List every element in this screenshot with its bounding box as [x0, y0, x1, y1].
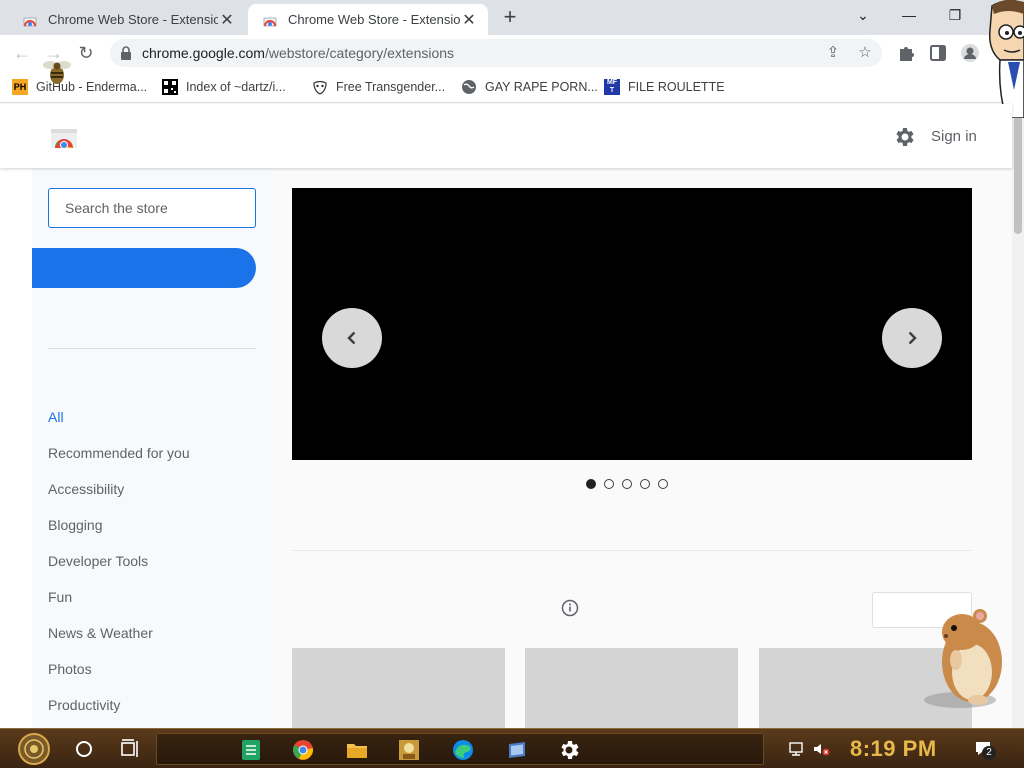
lock-icon: [121, 46, 131, 60]
virtual-machine-icon[interactable]: [505, 738, 529, 762]
featured-carousel[interactable]: [292, 188, 972, 460]
sidebar-divider: [48, 348, 256, 349]
category-recommended[interactable]: Recommended for you: [48, 445, 190, 461]
carousel-next-button[interactable]: [882, 308, 942, 368]
store-main: [272, 168, 1012, 728]
start-orb-icon[interactable]: [10, 731, 58, 767]
file-explorer-icon[interactable]: [345, 738, 369, 762]
bookmark-label: GAY RAPE PORN...: [485, 80, 598, 94]
carousel-dot[interactable]: [640, 479, 650, 489]
store-sidebar: All Recommended for you Accessibility Bl…: [32, 168, 272, 728]
windows-taskbar: 8:19 PM 2: [0, 728, 1024, 768]
tab-chrome-web-store-1[interactable]: Chrome Web Store - Extensions ✕: [8, 4, 246, 35]
category-blogging[interactable]: Blogging: [48, 517, 103, 533]
bookmark-free-transgender[interactable]: Free Transgender...: [312, 77, 445, 97]
chrome-app-icon[interactable]: [291, 738, 315, 762]
category-all[interactable]: All: [48, 409, 64, 425]
minimize-icon[interactable]: —: [889, 4, 929, 26]
url-path: /webstore/category/extensions: [264, 45, 455, 61]
chrome-web-store-logo[interactable]: [50, 126, 78, 148]
taskbar-apps-area: [156, 733, 764, 765]
new-tab-button[interactable]: +: [498, 6, 522, 30]
desktop-cartoon-character: [988, 0, 1024, 118]
mft-icon: MF T: [604, 79, 620, 95]
extension-card[interactable]: [525, 648, 738, 728]
address-bar[interactable]: chrome.google.com/webstore/category/exte…: [110, 39, 882, 67]
carousel-dots: [586, 479, 668, 491]
network-icon[interactable]: [788, 740, 806, 758]
ph-icon: PH: [12, 79, 28, 95]
chevron-right-icon: [908, 331, 917, 345]
webstore-favicon: [263, 17, 277, 26]
carousel-dot[interactable]: [622, 479, 632, 489]
spreadsheet-app-icon[interactable]: [239, 738, 263, 762]
close-icon[interactable]: ✕: [460, 10, 478, 30]
edge-app-icon[interactable]: [451, 738, 475, 762]
globe-icon: [462, 80, 476, 94]
bookmark-index-dartz[interactable]: Index of ~dartz/i...: [162, 77, 286, 97]
restore-icon[interactable]: ❐: [935, 4, 975, 26]
bookmark-github[interactable]: PH GitHub - Enderma...: [12, 77, 147, 97]
mask-icon: [313, 80, 327, 95]
category-developer-tools[interactable]: Developer Tools: [48, 553, 148, 569]
webstore-favicon: [23, 17, 37, 26]
profile-avatar-icon[interactable]: [960, 43, 980, 63]
tab-search-chevron-down-icon[interactable]: ⌄: [843, 4, 883, 26]
bookmark-label: Free Transgender...: [336, 80, 446, 94]
extensions-puzzle-icon[interactable]: [896, 43, 916, 63]
settings-gear-icon[interactable]: [892, 125, 916, 149]
reload-icon[interactable]: ↻: [72, 39, 100, 67]
bookmark-star-icon[interactable]: ☆: [856, 44, 874, 62]
sidebar-primary-button[interactable]: [32, 248, 256, 288]
tab-title: Chrome Web Store - Extensions: [288, 12, 460, 27]
category-accessibility[interactable]: Accessibility: [48, 481, 124, 497]
bookmark-label: FILE ROULETTE: [628, 80, 725, 94]
game-app-icon[interactable]: [397, 738, 421, 762]
share-icon[interactable]: ⇪: [824, 44, 842, 62]
qr-icon: [162, 79, 178, 95]
tab-chrome-web-store-2[interactable]: Chrome Web Store - Extensions ✕: [248, 4, 488, 35]
extension-card[interactable]: [292, 648, 505, 728]
bookmark-file-roulette[interactable]: MF T FILE ROULETTE: [604, 77, 725, 97]
section-divider: [292, 550, 972, 551]
carousel-prev-button[interactable]: [322, 308, 382, 368]
tab-title: Chrome Web Store - Extensions: [48, 12, 218, 27]
browser-toolbar: ← → ↻ chrome.google.com/webstore/categor…: [0, 35, 1024, 71]
close-icon[interactable]: ✕: [218, 10, 236, 30]
chevron-left-icon: [347, 331, 356, 345]
category-news-weather[interactable]: News & Weather: [48, 625, 153, 641]
tab-strip: Chrome Web Store - Extensions ✕ Chrome W…: [0, 0, 1024, 35]
info-icon[interactable]: [561, 599, 579, 617]
task-view-icon[interactable]: [118, 737, 142, 761]
category-photos[interactable]: Photos: [48, 661, 92, 677]
sign-in-link[interactable]: Sign in: [931, 128, 977, 145]
side-panel-icon[interactable]: [928, 43, 948, 63]
category-productivity[interactable]: Productivity: [48, 697, 120, 713]
page-scrollbar[interactable]: [1012, 104, 1024, 728]
store-header: Sign in: [0, 104, 1012, 168]
bookmark-label: Index of ~dartz/i...: [186, 80, 286, 94]
bookmark-gay[interactable]: GAY RAPE PORN...: [461, 77, 598, 97]
category-fun[interactable]: Fun: [48, 589, 72, 605]
carousel-dot[interactable]: [658, 479, 668, 489]
desktop-hamster-character: [924, 609, 1002, 708]
scrollbar-thumb[interactable]: [1014, 114, 1022, 234]
url-text[interactable]: chrome.google.com/webstore/category/exte…: [142, 45, 454, 61]
settings-gear-icon[interactable]: [557, 738, 581, 762]
desktop-wasp-character: [43, 61, 71, 84]
carousel-dot[interactable]: [604, 479, 614, 489]
back-arrow-icon[interactable]: ←: [8, 39, 36, 67]
search-circle-icon[interactable]: [72, 737, 96, 761]
notification-count-badge: 2: [982, 746, 996, 760]
url-host: chrome.google.com: [142, 45, 265, 61]
carousel-dot[interactable]: [586, 479, 596, 489]
bookmarks-bar: PH GitHub - Enderma... Index of ~dartz/i…: [0, 71, 1024, 103]
search-store-input[interactable]: [48, 188, 256, 228]
volume-muted-icon[interactable]: [812, 740, 830, 758]
taskbar-clock[interactable]: 8:19 PM: [850, 736, 937, 762]
